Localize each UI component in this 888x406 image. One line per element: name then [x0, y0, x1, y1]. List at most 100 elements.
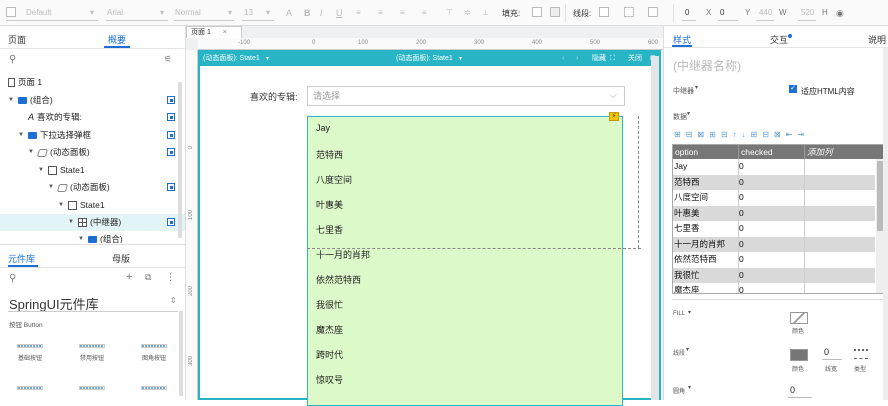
tree-item-group[interactable]: ▼ (组合) [0, 92, 185, 109]
right-panel-scrollbar[interactable] [883, 48, 888, 400]
align-left-icon[interactable]: ≡ [356, 8, 361, 17]
chevron-left-icon[interactable]: ‹ [562, 52, 564, 66]
widget-item[interactable] [10, 386, 50, 395]
album-select[interactable]: 请选择 ⌵ [307, 86, 625, 106]
state-selector[interactable]: (动态面板): State1 [396, 52, 453, 66]
list-item[interactable]: 惊叹号 [316, 373, 343, 386]
tree-item-group-inner[interactable]: ▼ (组合) [0, 231, 185, 243]
filter-icon[interactable]: ⚟ [164, 54, 172, 65]
chevron-down-icon[interactable]: ▾ [160, 8, 164, 17]
table-cell[interactable]: 0 [738, 252, 804, 268]
border-color-icon[interactable] [599, 7, 609, 17]
tab-notes[interactable]: 说明 [868, 33, 886, 46]
tab-library[interactable]: 元件库 [8, 252, 35, 265]
expand-arrow-icon[interactable]: ▼ [78, 231, 88, 243]
tree-item-state-inner[interactable]: ▼ State1 [0, 197, 185, 214]
table-cell[interactable]: 范特西 [673, 175, 738, 191]
expand-arrow-icon[interactable]: ▼ [28, 144, 38, 161]
bold-icon[interactable]: B [304, 8, 311, 18]
search-icon[interactable]: ⚲ [9, 273, 16, 284]
table-cell[interactable]: 0 [738, 175, 804, 191]
column-header[interactable]: checked [738, 145, 804, 159]
expand-arrow-icon[interactable]: ▼ [48, 179, 58, 196]
visibility-checkbox[interactable] [167, 218, 175, 226]
valign-top-icon[interactable]: ⊤ [446, 8, 453, 17]
italic-icon[interactable]: I [320, 8, 323, 18]
list-item[interactable]: 范特西 [316, 148, 343, 161]
list-item[interactable]: 叶惠美 [316, 198, 343, 211]
close-editor-button[interactable]: 关闭 [628, 52, 642, 66]
tab-masters[interactable]: 母版 [112, 252, 130, 265]
chevron-down-icon[interactable]: ▾ [688, 309, 691, 316]
h-input[interactable]: 520 [801, 8, 814, 17]
table-cell[interactable]: 0 [738, 159, 804, 175]
chevron-down-icon[interactable]: ▾ [266, 8, 270, 17]
table-cell[interactable]: 依然范特西 [673, 252, 738, 268]
table-cell[interactable]: 0 [738, 206, 804, 222]
visibility-checkbox[interactable] [167, 148, 175, 156]
list-item[interactable]: 七里香 [316, 223, 343, 236]
chevron-down-icon[interactable]: ▾ [266, 52, 269, 66]
underline-icon[interactable]: U [336, 8, 343, 18]
widget-item[interactable] [134, 386, 174, 395]
list-item[interactable]: 依然范特西 [316, 273, 361, 286]
table-cell[interactable]: 我很忙 [673, 268, 738, 284]
justify-icon[interactable]: ≡ [422, 8, 427, 17]
chevron-down-icon[interactable]: ▾ [688, 384, 691, 391]
state-breadcrumb[interactable]: (动态面板): State1 [203, 52, 260, 66]
tree-item-page[interactable]: 页面 1 [0, 74, 185, 91]
align-center-icon[interactable]: ≡ [378, 8, 383, 17]
y-input[interactable]: 0 [720, 8, 724, 17]
list-item[interactable]: Jay [316, 123, 330, 133]
chevron-down-icon[interactable]: ▾ [695, 84, 698, 91]
line-width-input[interactable]: 0 [824, 347, 829, 357]
style-dropdown[interactable]: Default [26, 8, 51, 17]
eye-icon[interactable]: ◉ [836, 8, 844, 19]
expand-arrow-icon[interactable]: ▼ [38, 162, 48, 179]
more-icon[interactable]: ⋮ [166, 272, 175, 283]
tab-pages[interactable]: 页面 [8, 33, 26, 46]
page-tab[interactable]: 页面 1 × [186, 26, 242, 38]
close-icon[interactable]: × [223, 29, 227, 36]
hide-button[interactable]: 隐藏 [592, 52, 606, 66]
library-scrollbar[interactable] [179, 311, 183, 396]
data-toolbar-icons[interactable]: ⊞⊟⊠⊞⊟↑↓⊞⊟⊠⇤⇥ [674, 130, 809, 139]
repeater-data-table[interactable]: option checked 添加列 Jay 0 范特西 0 八度空间 0 叶惠… [672, 144, 884, 294]
table-cell[interactable]: 七里香 [673, 221, 738, 237]
fill-gradient-icon[interactable] [550, 7, 560, 17]
widget-name-input[interactable]: (中继器名称) [673, 57, 741, 74]
table-cell[interactable]: 八度空间 [673, 190, 738, 206]
tree-item-dynamic-panel-inner[interactable]: ▼ (动态面板) [0, 179, 185, 196]
table-cell[interactable]: 0 [738, 268, 804, 284]
align-right-icon[interactable]: ≡ [400, 8, 405, 17]
lightning-icon[interactable]: ⚡ [609, 112, 619, 121]
table-cell[interactable]: 0 [738, 237, 804, 253]
add-library-icon[interactable]: + [126, 271, 132, 283]
border-style-icon[interactable] [624, 7, 634, 17]
x-input[interactable]: 0 [685, 8, 689, 17]
chevron-down-icon[interactable]: ⌵ [609, 87, 617, 105]
chevron-down-icon[interactable]: ▾ [90, 8, 94, 17]
table-cell[interactable]: Jay [673, 159, 738, 175]
valign-middle-icon[interactable]: ≑ [464, 8, 471, 17]
table-cell[interactable]: 魔杰座 [673, 283, 738, 293]
table-cell[interactable]: 0 [738, 283, 804, 293]
table-cell[interactable]: 0 [738, 190, 804, 206]
expand-arrow-icon[interactable]: ▼ [58, 197, 68, 214]
visibility-checkbox[interactable] [167, 183, 175, 191]
tree-item-dropdown-group[interactable]: ▼ 下拉选择弹框 [0, 127, 185, 144]
corner-radius-input[interactable]: 0 [790, 385, 795, 395]
w-input[interactable]: 440 [759, 8, 772, 17]
fill-color-icon[interactable] [532, 7, 542, 17]
table-cell[interactable]: 十一月的肖邦 [673, 237, 738, 253]
expand-arrow-icon[interactable]: ▼ [68, 214, 78, 231]
font-size-input[interactable]: 13 [244, 8, 253, 17]
table-cell[interactable]: 叶惠美 [673, 206, 738, 222]
border-width-icon[interactable] [648, 7, 658, 17]
chevron-updown-icon[interactable]: ⇕ [170, 296, 177, 305]
visibility-checkbox[interactable] [167, 96, 175, 104]
font-dropdown[interactable]: Arial [107, 8, 123, 17]
expand-arrow-icon[interactable]: ▼ [8, 92, 18, 109]
tree-item-label[interactable]: A 喜欢的专辑: [0, 109, 185, 126]
tree-item-repeater[interactable]: ▼ (中继器) [0, 214, 185, 231]
